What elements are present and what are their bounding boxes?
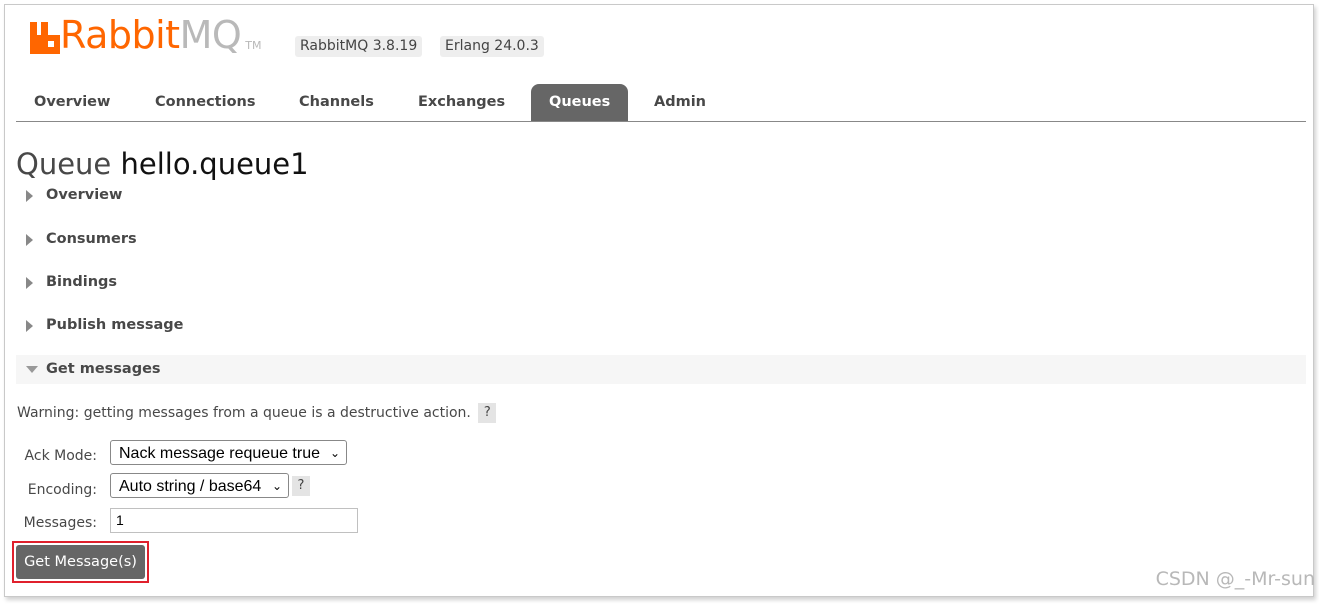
watermark: CSDN @_-Mr-sun xyxy=(1155,568,1315,590)
page-title-prefix: Queue xyxy=(16,147,112,181)
rabbitmq-version-badge: RabbitMQ 3.8.19 xyxy=(295,36,423,57)
section-label: Overview xyxy=(46,187,123,203)
page-title: Queue hello.queue1 xyxy=(16,145,309,183)
rabbitmq-logo[interactable]: Rabbit MQ TM xyxy=(30,14,261,54)
chevron-down-icon: ⌄ xyxy=(271,479,282,493)
ack-mode-select[interactable]: Nack message requeue true ⌄ xyxy=(110,440,347,465)
tab-connections[interactable]: Connections xyxy=(137,84,274,121)
ack-mode-value: Nack message requeue true xyxy=(119,445,320,462)
encoding-help-icon[interactable]: ? xyxy=(292,476,310,496)
tab-exchanges[interactable]: Exchanges xyxy=(400,84,523,121)
tab-queues[interactable]: Queues xyxy=(531,84,629,121)
section-label: Consumers xyxy=(46,231,137,247)
help-icon[interactable]: ? xyxy=(478,403,497,423)
encoding-select[interactable]: Auto string / base64 ⌄ xyxy=(110,473,289,498)
destructive-warning: Warning: getting messages from a queue i… xyxy=(17,403,497,423)
section-bindings[interactable]: Bindings xyxy=(16,268,1306,297)
section-label: Publish message xyxy=(46,317,184,333)
ack-mode-label: Ack Mode: xyxy=(24,448,97,464)
chevron-down-icon xyxy=(26,355,38,384)
chevron-right-icon xyxy=(26,311,33,340)
get-messages-button[interactable]: Get Message(s) xyxy=(16,545,145,579)
section-publish-message[interactable]: Publish message xyxy=(16,311,1306,340)
warning-text: Warning: getting messages from a queue i… xyxy=(17,405,471,421)
section-get-messages[interactable]: Get messages xyxy=(16,355,1306,384)
chevron-right-icon xyxy=(26,268,33,297)
section-consumers[interactable]: Consumers xyxy=(16,225,1306,254)
tab-admin[interactable]: Admin xyxy=(636,84,724,121)
chevron-right-icon xyxy=(26,225,33,254)
encoding-label: Encoding: xyxy=(27,482,97,498)
tab-overview[interactable]: Overview xyxy=(16,84,128,121)
logo-trademark: TM xyxy=(245,39,262,52)
section-label: Bindings xyxy=(46,274,118,290)
chevron-down-icon: ⌄ xyxy=(329,446,340,460)
tab-channels[interactable]: Channels xyxy=(281,84,392,121)
messages-label: Messages: xyxy=(23,515,97,531)
rabbit-logo-icon xyxy=(30,22,60,54)
section-label: Get messages xyxy=(46,361,161,377)
encoding-value: Auto string / base64 xyxy=(119,478,262,495)
main-nav-tabs: Overview Connections Channels Exchanges … xyxy=(16,84,1306,122)
erlang-version-badge: Erlang 24.0.3 xyxy=(440,36,544,57)
logo-wordmark-rabbit: Rabbit xyxy=(60,13,180,57)
queue-name: hello.queue1 xyxy=(120,147,309,181)
chevron-right-icon xyxy=(26,181,33,210)
logo-wordmark-mq: MQ xyxy=(179,13,242,57)
section-overview[interactable]: Overview xyxy=(16,181,1306,210)
messages-count-input[interactable]: 1 xyxy=(110,508,358,533)
